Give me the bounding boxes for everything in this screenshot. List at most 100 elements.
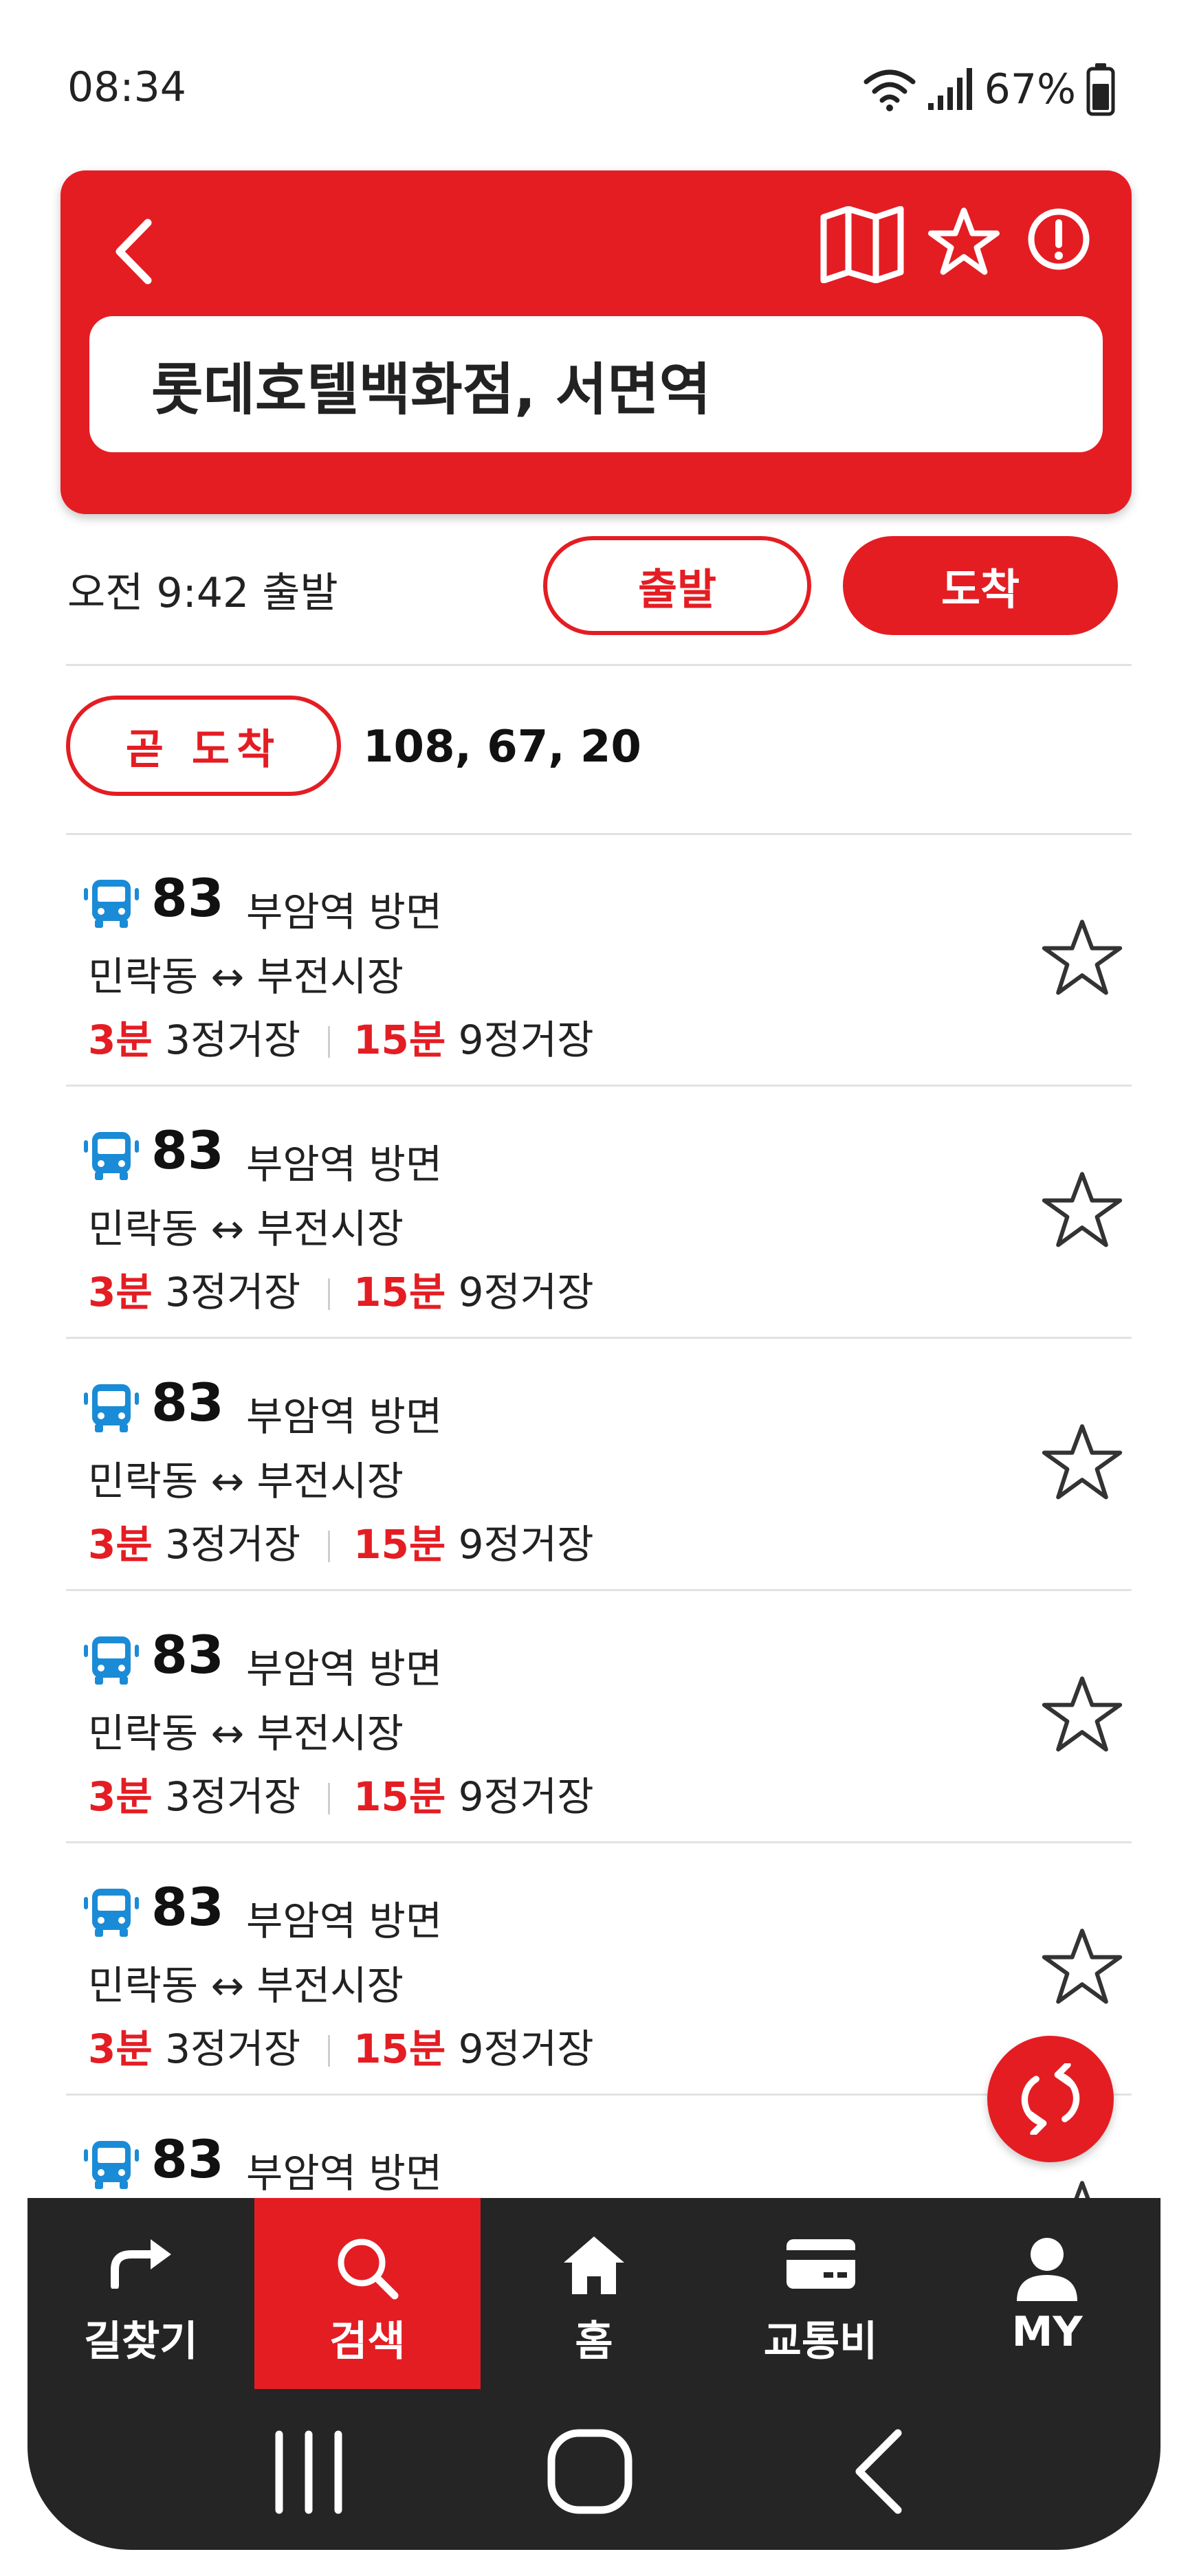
back-arrow-icon[interactable] — [110, 216, 158, 287]
first-arrival-minutes: 3분 — [88, 1017, 153, 1063]
arrival-info: 3분 3정거장 15분 9정거장 — [88, 2017, 594, 2074]
bus-icon — [84, 2141, 139, 2189]
arrival-separator — [328, 2035, 331, 2067]
refresh-icon — [1021, 2063, 1080, 2135]
route-item[interactable]: 83 부암역 방면 민락동 ↔ 부전시장 3분 3정거장 15분 9정거장 — [66, 1591, 1132, 1843]
route-number: 83 — [151, 1876, 224, 1937]
depart-button[interactable]: 출발 — [543, 536, 811, 635]
star-outline-icon[interactable] — [1041, 917, 1123, 999]
back-icon[interactable] — [846, 2426, 914, 2517]
route-item[interactable]: 83 부암역 방면 — [66, 2096, 1132, 2202]
departure-time: 오전 9:42 출발 — [67, 569, 338, 617]
tab-label: 검색 — [329, 2318, 406, 2366]
route-number: 83 — [151, 1372, 224, 1433]
first-arrival-stops: 3정거장 — [165, 1521, 301, 1568]
tab-directions[interactable]: 길찾기 — [28, 2198, 254, 2389]
route-path: 민락동 ↔ 부전시장 — [88, 1206, 404, 1252]
arrival-separator — [328, 1278, 331, 1310]
tab-label: MY — [1011, 2308, 1083, 2356]
home-icon — [563, 2236, 624, 2294]
first-arrival-stops: 3정거장 — [165, 1269, 301, 1315]
tab-my[interactable]: MY — [934, 2198, 1160, 2389]
second-arrival-stops: 9정거장 — [458, 2025, 594, 2072]
route-direction: 부암역 방면 — [246, 2150, 443, 2197]
arrival-separator — [328, 1783, 331, 1814]
tab-label: 길찾기 — [83, 2318, 198, 2366]
wifi-icon — [864, 69, 916, 111]
bus-icon — [84, 1384, 139, 1432]
star-outline-icon[interactable] — [1041, 1169, 1123, 1252]
second-arrival-minutes: 15분 — [353, 1521, 446, 1568]
second-arrival-stops: 9정거장 — [458, 1269, 594, 1315]
star-outline-icon[interactable] — [1041, 1421, 1123, 1504]
star-outline-icon[interactable] — [1041, 1674, 1123, 1756]
arrival-info: 3분 3정거장 15분 9정거장 — [88, 1260, 594, 1318]
route-path: 민락동 ↔ 부전시장 — [88, 1962, 404, 2009]
route-direction: 부암역 방면 — [246, 1393, 443, 1440]
battery-percent: 67% — [984, 65, 1076, 113]
star-outline-icon[interactable] — [1041, 1926, 1123, 2008]
refresh-button[interactable] — [987, 2036, 1114, 2162]
route-direction: 부암역 방면 — [246, 1898, 443, 1944]
departure-row: 오전 9:42 출발 출발 도착 — [67, 536, 1126, 639]
route-number: 83 — [151, 2129, 224, 2190]
first-arrival-minutes: 3분 — [88, 1521, 153, 1568]
route-item[interactable]: 83 부암역 방면 민락동 ↔ 부전시장 3분 3정거장 15분 9정거장 — [66, 1843, 1132, 2096]
tab-fare[interactable]: 교통비 — [707, 2198, 934, 2389]
search-icon — [338, 2239, 399, 2300]
alert-icon[interactable] — [1026, 206, 1092, 272]
arrival-info: 3분 3정거장 15분 9정거장 — [88, 1512, 594, 1570]
first-arrival-minutes: 3분 — [88, 1773, 153, 1820]
system-navigation — [28, 2389, 1160, 2550]
second-arrival-minutes: 15분 — [353, 1017, 446, 1063]
route-direction: 부암역 방면 — [246, 1645, 443, 1692]
first-arrival-minutes: 3분 — [88, 2025, 153, 2072]
soon-arriving-row: 곧 도착 108, 67, 20 — [66, 696, 1125, 799]
second-arrival-minutes: 15분 — [353, 1269, 446, 1315]
battery-icon — [1086, 63, 1115, 116]
arrival-separator — [328, 1531, 331, 1562]
second-arrival-stops: 9정거장 — [458, 1521, 594, 1568]
route-direction: 부암역 방면 — [246, 889, 443, 935]
card-icon — [786, 2239, 855, 2289]
arrival-info: 3분 3정거장 15분 9정거장 — [88, 1008, 594, 1065]
first-arrival-minutes: 3분 — [88, 1269, 153, 1315]
arrive-button[interactable]: 도착 — [843, 536, 1118, 635]
route-number: 83 — [151, 1120, 224, 1181]
divider — [66, 664, 1132, 666]
tab-label: 교통비 — [763, 2318, 878, 2366]
person-icon — [1017, 2238, 1078, 2301]
search-query: 롯데호텔백화점, 서면역 — [151, 357, 712, 423]
second-arrival-minutes: 15분 — [353, 2025, 446, 2072]
tab-home[interactable]: 홈 — [481, 2198, 707, 2389]
first-arrival-stops: 3정거장 — [165, 1017, 301, 1063]
arrival-separator — [328, 1026, 331, 1058]
home-button-icon[interactable] — [544, 2426, 635, 2517]
route-number: 83 — [151, 867, 224, 929]
route-list: 83 부암역 방면 민락동 ↔ 부전시장 3분 3정거장 15분 9정거장 83 … — [66, 834, 1132, 2202]
soon-arriving-badge: 곧 도착 — [66, 696, 341, 796]
route-direction: 부암역 방면 — [246, 1141, 443, 1188]
favorite-star-icon[interactable] — [928, 206, 1000, 278]
search-box[interactable]: 롯데호텔백화점, 서면역 — [89, 316, 1103, 452]
bus-icon — [84, 1889, 139, 1937]
second-arrival-minutes: 15분 — [353, 1773, 446, 1820]
route-item[interactable]: 83 부암역 방면 민락동 ↔ 부전시장 3분 3정거장 15분 9정거장 — [66, 1087, 1132, 1339]
tab-label: 홈 — [575, 2318, 613, 2366]
recent-apps-icon[interactable] — [264, 2428, 353, 2517]
route-item[interactable]: 83 부암역 방면 민락동 ↔ 부전시장 3분 3정거장 15분 9정거장 — [66, 1339, 1132, 1591]
bus-icon — [84, 1132, 139, 1180]
bottom-navigation: 길찾기 검색 홈 교통비 MY — [28, 2198, 1160, 2550]
directions-arrow-icon — [110, 2239, 171, 2289]
status-icons: 67% — [862, 62, 1116, 117]
status-time: 08:34 — [67, 63, 186, 111]
search-header: 롯데호텔백화점, 서면역 — [60, 170, 1132, 514]
second-arrival-stops: 9정거장 — [458, 1773, 594, 1820]
map-icon[interactable] — [820, 206, 905, 283]
status-bar: 08:34 67% — [0, 0, 1188, 158]
route-item[interactable]: 83 부암역 방면 민락동 ↔ 부전시장 3분 3정거장 15분 9정거장 — [66, 834, 1132, 1087]
route-number: 83 — [151, 1624, 224, 1685]
soon-arriving-routes: 108, 67, 20 — [363, 722, 641, 773]
tab-search[interactable]: 검색 — [254, 2198, 481, 2389]
route-path: 민락동 ↔ 부전시장 — [88, 1458, 404, 1504]
